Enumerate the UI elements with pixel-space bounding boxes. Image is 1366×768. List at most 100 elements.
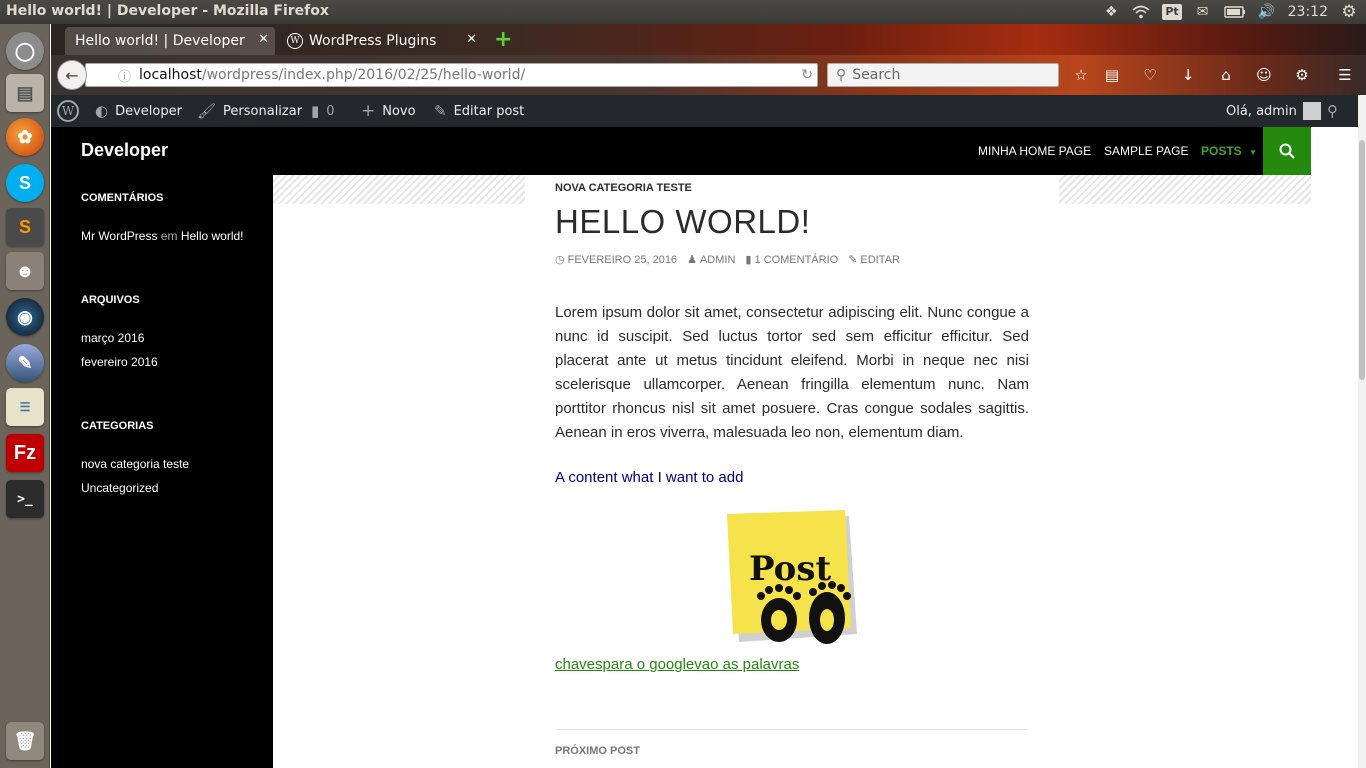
libreoffice-icon[interactable]: ☰ <box>6 388 44 426</box>
comment-connector: em <box>160 229 178 243</box>
post-title: HELLO WORLD! <box>555 203 811 240</box>
edit-post-label: Editar post <box>453 103 525 119</box>
reload-icon[interactable]: ↻ <box>801 67 813 83</box>
keyword-link[interactable]: chavespara o googlevao as palavras <box>555 656 799 673</box>
post-date[interactable]: ◷ FEVEREIRO 25, 2016 <box>555 253 677 266</box>
extension-icon[interactable]: ⚙ <box>1291 65 1313 85</box>
browser-tab-active[interactable]: Hello world! | Developer ✕ <box>65 27 275 55</box>
trash-icon[interactable]: 🗑 <box>6 722 44 760</box>
post-comments-link[interactable]: ▮ 1 COMENTÁRIO <box>745 253 838 266</box>
hello-smiley-icon[interactable]: ☺ <box>1253 65 1275 85</box>
site-name-label: Developer <box>115 103 182 119</box>
wp-admin-bar: W ◐ Developer 🖌 Personalizar ▮ 0 + Novo … <box>51 95 1358 127</box>
avatar <box>1302 102 1321 120</box>
admin-bar-site-name[interactable]: ◐ Developer <box>95 95 182 127</box>
admin-bar-customize[interactable]: 🖌 Personalizar <box>197 95 302 127</box>
filezilla-icon[interactable]: Fz <box>6 434 44 472</box>
tab-title: WordPress Plugins <box>309 33 437 49</box>
url-path: /wordpress/index.php/2016/02/25/hello-wo… <box>201 67 526 83</box>
post-body: Lorem ipsum dolor sit amet, consectetur … <box>555 304 1029 441</box>
pocket-icon[interactable]: ♡ <box>1139 65 1161 85</box>
decorative-hatch-left <box>273 175 525 204</box>
battery-icon[interactable] <box>1223 0 1246 24</box>
browser-tab-strip: Hello world! | Developer ✕ W WordPress P… <box>51 24 1366 55</box>
firefox-icon[interactable]: ✿ <box>6 118 44 156</box>
recent-comment: Mr WordPress em Hello world! <box>81 229 244 243</box>
reading-list-icon[interactable]: ▤ <box>1101 65 1123 85</box>
post-edit-label: EDITAR <box>860 254 900 266</box>
nav-posts[interactable]: POSTS ▼ <box>1201 144 1257 158</box>
archive-link[interactable]: fevereiro 2016 <box>81 355 158 369</box>
terminal-icon[interactable]: >_ <box>6 480 44 518</box>
mail-icon[interactable]: ✉ <box>1194 0 1212 24</box>
caret-down-icon: ▼ <box>1249 148 1257 157</box>
nav-minha-home-page[interactable]: MINHA HOME PAGE <box>978 144 1091 158</box>
scrollbar-thumb[interactable] <box>1359 140 1365 380</box>
pencil-icon: ✎ <box>434 102 447 120</box>
site-title[interactable]: Developer <box>81 140 168 161</box>
browser-tab[interactable]: W WordPress Plugins ✕ <box>283 27 483 55</box>
web-page: Developer MINHA HOME PAGE SAMPLE PAGE PO… <box>51 127 1358 768</box>
extra-content-text: A content what I want to add <box>555 469 744 486</box>
site-header: Developer MINHA HOME PAGE SAMPLE PAGE PO… <box>51 127 1311 175</box>
post-author-label: ADMIN <box>699 254 736 266</box>
wordpress-favicon-icon: W <box>287 33 303 49</box>
post-author[interactable]: ♟ ADMIN <box>687 253 735 266</box>
new-tab-button[interactable]: + <box>494 27 512 52</box>
skype-icon[interactable]: S <box>6 164 44 202</box>
window-title: Hello world! | Developer - Mozilla Firef… <box>6 3 329 19</box>
greeting-label: Olá, admin <box>1226 103 1297 119</box>
dropbox-icon[interactable]: ❖ <box>1102 0 1120 24</box>
nav-sample-page[interactable]: SAMPLE PAGE <box>1104 144 1188 158</box>
bookmark-star-icon[interactable]: ☆ <box>1070 65 1092 85</box>
admin-bar-account[interactable]: Olá, admin <box>1226 95 1321 127</box>
wordpress-logo-icon[interactable]: W <box>57 100 79 122</box>
url-host: localhost <box>139 67 202 83</box>
hamburger-menu-icon[interactable]: ☰ <box>1334 65 1356 85</box>
site-info-icon[interactable]: ⓘ <box>118 66 131 85</box>
shotwell-icon[interactable]: ◉ <box>6 298 44 336</box>
browser-navbar: ← ⓘ localhost /wordpress/index.php/2016/… <box>51 55 1366 95</box>
admin-bar-search-icon[interactable]: ⚲ <box>1327 95 1338 127</box>
volume-icon[interactable]: 🔊 <box>1258 0 1276 24</box>
new-label: Novo <box>382 103 416 119</box>
downloads-icon[interactable]: ↓ <box>1177 65 1199 85</box>
url-bar[interactable]: ⓘ localhost /wordpress/index.php/2016/02… <box>85 63 818 87</box>
close-tab-icon[interactable]: ✕ <box>258 32 269 47</box>
admin-bar-comments[interactable]: ▮ 0 <box>311 95 335 127</box>
admin-bar-edit-post[interactable]: ✎ Editar post <box>434 95 524 127</box>
category-link[interactable]: Uncategorized <box>81 481 158 495</box>
clock[interactable]: 23:12 <box>1288 0 1328 24</box>
widget-title-comments: COMENTÁRIOS <box>81 192 164 204</box>
home-icon[interactable]: ⌂ <box>1215 65 1237 85</box>
browser-search-input[interactable]: ⚲ Search <box>827 63 1059 87</box>
keyboard-layout-indicator[interactable]: Pt <box>1162 0 1182 24</box>
close-tab-icon[interactable]: ✕ <box>466 32 477 47</box>
gimp-icon[interactable]: ☻ <box>6 252 44 290</box>
settings-gear-icon[interactable]: ⚙ <box>1340 0 1358 24</box>
system-tray: ❖ Pt ✉ 🔊 23:12 ⚙ <box>1102 0 1358 24</box>
post-comments-label: 1 COMENTÁRIO <box>754 254 839 266</box>
archive-link[interactable]: março 2016 <box>81 331 144 345</box>
os-top-panel: Hello world! | Developer - Mozilla Firef… <box>0 0 1366 24</box>
dash-home-icon[interactable]: ◯ <box>6 32 44 70</box>
category-link[interactable]: nova categoria teste <box>81 457 189 471</box>
files-icon[interactable]: ▤ <box>6 74 44 112</box>
search-placeholder: Search <box>852 67 901 83</box>
back-button[interactable]: ← <box>57 60 87 90</box>
comments-count: 0 <box>326 103 335 119</box>
sublime-text-icon[interactable]: S <box>6 208 44 246</box>
comment-author-link[interactable]: Mr WordPress <box>81 229 157 243</box>
wifi-icon[interactable] <box>1132 0 1150 24</box>
xpad-icon[interactable]: ✎ <box>6 344 44 382</box>
page-scrollbar[interactable] <box>1358 95 1366 768</box>
post-edit-link[interactable]: ✎ EDITAR <box>848 253 900 266</box>
dashboard-icon: ◐ <box>95 102 109 120</box>
pencil-icon: ✎ <box>848 254 858 266</box>
comment-post-link[interactable]: Hello world! <box>181 229 244 243</box>
comment-bubble-icon: ▮ <box>311 102 320 120</box>
site-search-icon[interactable] <box>1263 127 1311 175</box>
post-category-link[interactable]: NOVA CATEGORIA TESTE <box>555 182 692 194</box>
admin-bar-new[interactable]: + Novo <box>361 95 416 127</box>
post-navigation-divider <box>555 729 1029 730</box>
